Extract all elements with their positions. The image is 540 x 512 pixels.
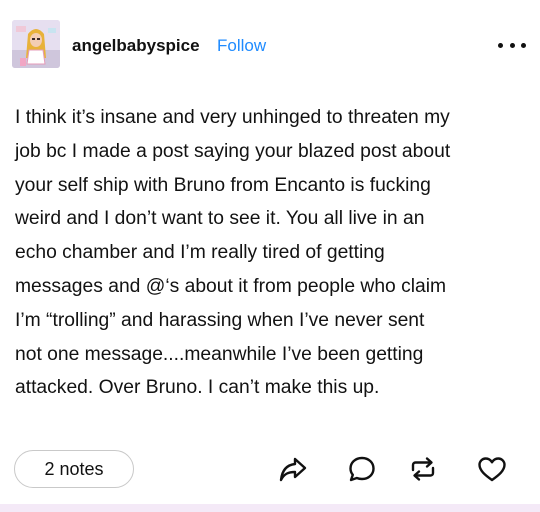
- dot: [521, 42, 526, 48]
- reblog-icon: [411, 457, 435, 481]
- post-line: not one message....meanwhile I’ve been g…: [15, 343, 424, 365]
- reply-button[interactable]: [344, 450, 380, 488]
- post-line: weird and I don’t want to see it. You al…: [15, 208, 425, 230]
- post-line: I think it’s insane and very unhinged to…: [15, 107, 450, 128]
- avatar-image: [12, 20, 60, 68]
- notes-button[interactable]: 2 notes: [14, 450, 134, 488]
- dot: [498, 42, 503, 48]
- post-header: angelbabyspice Follow: [12, 18, 528, 74]
- more-horizontal-icon[interactable]: [498, 34, 526, 56]
- post-card: angelbabyspice Follow I think it’s insan…: [0, 0, 540, 504]
- share-arrow-icon: [279, 457, 307, 482]
- bottom-divider: [0, 504, 540, 512]
- post-line: attacked. Over Bruno. I can’t make this …: [15, 377, 380, 399]
- follow-button[interactable]: Follow: [217, 36, 266, 56]
- avatar[interactable]: [12, 20, 60, 68]
- reply-bubble-icon: [349, 456, 375, 482]
- post-line: I’m “trolling” and harassing when I’ve n…: [15, 309, 425, 331]
- dot: [509, 42, 515, 48]
- post-line: job bc I made a post saying your blazed …: [15, 140, 451, 162]
- post-line: your self ship with Bruno from Encanto i…: [15, 174, 431, 196]
- share-button[interactable]: [275, 450, 311, 488]
- post-line: echo chamber and I’m really tired of get…: [15, 242, 385, 264]
- reblog-button[interactable]: [405, 450, 441, 488]
- post-body: I think it’s insane and very unhinged to…: [15, 101, 527, 405]
- username[interactable]: angelbabyspice: [72, 36, 200, 56]
- heart-icon: [478, 457, 506, 482]
- notes-count: 2 notes: [44, 458, 104, 479]
- like-button[interactable]: [474, 450, 510, 488]
- post-line: messages and @‘s about it from people wh…: [15, 275, 447, 297]
